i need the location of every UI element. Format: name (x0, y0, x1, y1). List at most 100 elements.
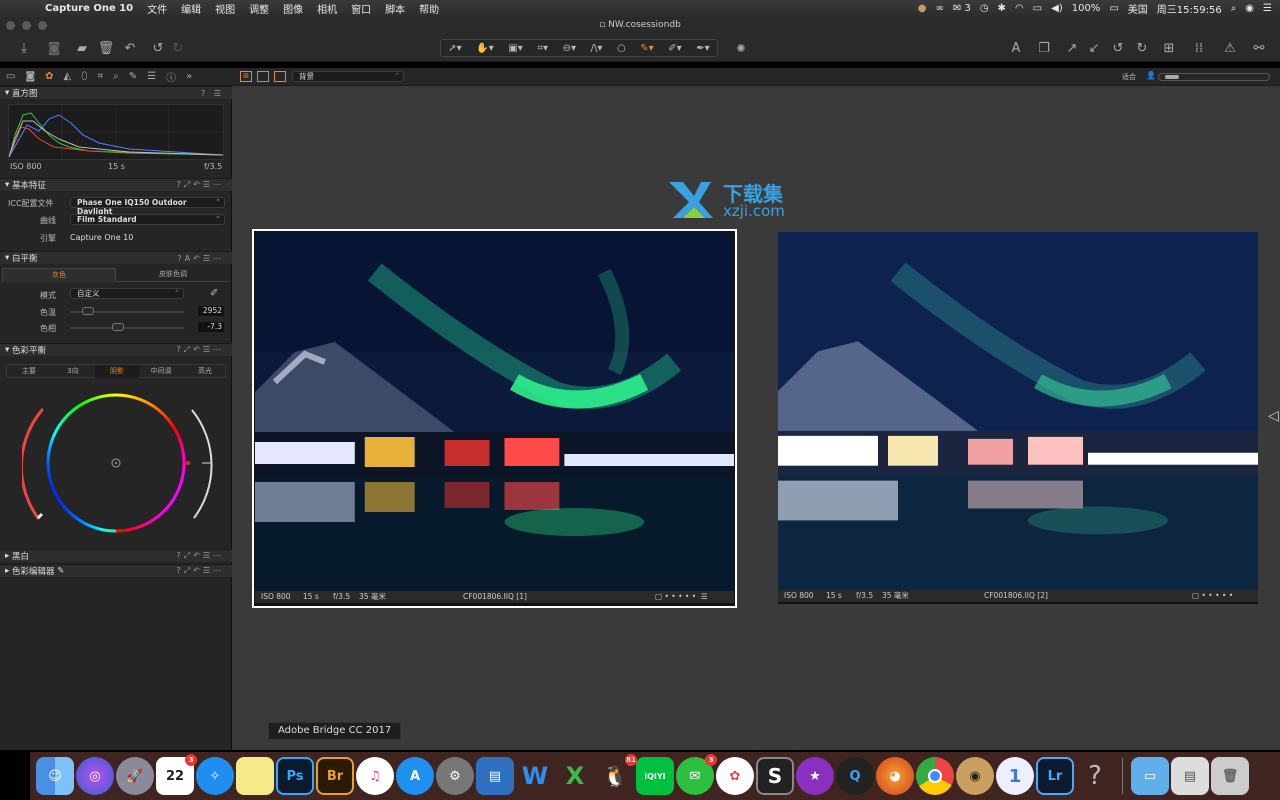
capture-tab-icon[interactable]: ◙ (25, 71, 35, 82)
photo-image-2[interactable] (778, 232, 1258, 590)
documents-stack-icon[interactable]: ▤ (1171, 757, 1209, 795)
menu-edit[interactable]: 编辑 (174, 1, 208, 16)
exposure-tab-icon[interactable]: ◭ (64, 71, 72, 82)
notes-icon[interactable] (236, 757, 274, 795)
copy-adjustments-icon[interactable]: ↗ (1062, 38, 1082, 58)
grid-icon[interactable]: ⊞ (1158, 38, 1180, 58)
menu-window[interactable]: 窗口 (344, 1, 378, 16)
metadata-tab-icon[interactable]: ☰ (147, 71, 156, 82)
wb-mode-select[interactable]: 自定义 (70, 288, 184, 299)
iqiyi-icon[interactable]: iQIYI (636, 757, 674, 795)
menu-view[interactable]: 视图 (208, 1, 242, 16)
exposure-warning-icon[interactable]: ⚠ (1220, 38, 1240, 58)
qq-icon[interactable]: 🐧 81 (596, 754, 637, 795)
zoom-window-icon[interactable] (38, 21, 47, 30)
basic-tool-icons[interactable]: ?⤢↶☰⋯ (176, 180, 232, 190)
siri-icon[interactable]: ◎ (76, 757, 114, 795)
histogram-header[interactable]: ▾ 直方图 ? ☰ (0, 86, 232, 99)
itunes-icon[interactable]: ♫ (356, 757, 394, 795)
photo-image-1[interactable] (255, 232, 734, 592)
lens-tab-icon[interactable]: ⬯ (81, 71, 87, 82)
sublime-icon[interactable]: S (756, 757, 794, 795)
trash-icon[interactable]: 🗑 (96, 38, 116, 58)
color-picker-cursor-icon[interactable]: ✐▾ (668, 43, 681, 54)
unknown-app-icon[interactable]: ? (1076, 757, 1114, 795)
imovie-icon[interactable]: ★ (796, 757, 834, 795)
tint-slider-thumb[interactable] (112, 323, 124, 331)
brush-cursor-icon[interactable]: ✎▾ (640, 43, 653, 54)
zoom-slider[interactable] (1158, 73, 1270, 81)
quicktime-icon[interactable]: Q (836, 757, 874, 795)
multi-view-icon[interactable]: ⊞ (240, 71, 252, 82)
bw-tool-icons[interactable]: ?⤢↶☰⋯ (176, 551, 232, 561)
applications-folder-icon[interactable]: ▭ (1131, 757, 1169, 795)
library-tab-icon[interactable]: ▭ (6, 71, 15, 82)
single-view-icon[interactable] (257, 71, 269, 82)
reset-icon[interactable]: ↶ (120, 38, 140, 58)
temp-slider-thumb[interactable] (82, 307, 94, 315)
copy-apply-cursor-icon[interactable]: ✒▾ (696, 43, 709, 54)
notification-center-icon[interactable]: ☰ (1263, 3, 1272, 14)
bridge-icon[interactable]: Br (316, 757, 354, 795)
tab-shadows[interactable]: 阴影 (95, 365, 139, 378)
black-white-header[interactable]: ▸ 黑白 ?⤢↶☰⋯ (0, 549, 232, 562)
menu-adjust[interactable]: 调整 (242, 1, 276, 16)
white-balance-tool-icons[interactable]: ?A↶☰⋯ (177, 254, 232, 263)
creative-cloud-icon[interactable]: ∞ (936, 3, 944, 14)
collapse-chevron-icon[interactable]: ▾ (5, 253, 12, 263)
close-window-icon[interactable] (6, 21, 15, 30)
collapse-chevron-icon[interactable]: ▾ (5, 180, 12, 190)
photoshop-icon[interactable]: Ps (276, 757, 314, 795)
wifi-icon[interactable]: ◠ (1015, 3, 1024, 14)
text-overlay-icon[interactable]: A (1006, 38, 1026, 58)
select-cursor-icon[interactable]: ➚▾ (448, 43, 461, 54)
bluetooth-icon[interactable]: ✱ (998, 3, 1006, 14)
zoom-slider-thumb[interactable] (1165, 75, 1179, 79)
volume-icon[interactable]: ◀) (1051, 3, 1063, 14)
white-balance-header[interactable]: ▾ 白平衡 ?A↶☰⋯ (0, 251, 232, 264)
proof-icon[interactable]: ⁞⁞ (1188, 38, 1210, 58)
finder-icon[interactable]: ☺ (36, 757, 74, 795)
expand-right-panel-icon[interactable]: ◁ (1268, 408, 1279, 424)
lightroom-icon[interactable]: Lr (1036, 757, 1074, 795)
excel-icon[interactable]: X (556, 757, 594, 795)
word-icon[interactable]: W (516, 757, 554, 795)
collapse-chevron-icon[interactable]: ▾ (5, 88, 12, 98)
icc-profile-select[interactable]: Phase One IQ150 Outdoor Daylight (70, 197, 225, 216)
keystone-cursor-icon[interactable]: /\▾ (591, 43, 603, 54)
calendar-icon[interactable]: 22 3 (156, 754, 197, 795)
wb-picker-icon[interactable]: ✐ (210, 288, 218, 299)
pan-cursor-icon[interactable]: ✋▾ (476, 43, 493, 54)
photos-icon[interactable]: ✿ (716, 757, 754, 795)
clock[interactable]: 周三15:59:56 (1157, 1, 1222, 16)
menu-script[interactable]: 脚本 (378, 1, 412, 16)
menu-camera[interactable]: 相机 (310, 1, 344, 16)
crop-cursor-icon[interactable]: ⌗▾ (537, 43, 548, 54)
spotlight-icon[interactable]: ⌕ (1231, 3, 1237, 14)
minimize-window-icon[interactable] (22, 21, 31, 30)
photo-frame-1[interactable]: ISO 800 15 s f/3.5 35 毫米 CF001806.IIQ [1… (252, 229, 737, 608)
chrome-icon[interactable] (916, 757, 954, 795)
battery-percent[interactable]: 100% (1072, 3, 1101, 14)
onepassword-icon[interactable]: 1 (996, 757, 1034, 795)
local-adjust-tab-icon[interactable]: ✎ (129, 71, 137, 82)
expand-chevron-icon[interactable]: ▸ (5, 566, 12, 576)
tab-3way[interactable]: 3向 (51, 365, 95, 378)
user-avatar-icon[interactable]: ◉ (1245, 3, 1254, 14)
time-machine-icon[interactable]: ◷ (980, 3, 989, 14)
move-to-folder-icon[interactable]: ▰ (72, 38, 92, 58)
tab-skin-tone[interactable]: 皮肤色调 (116, 268, 230, 282)
color-balance-tool-icons[interactable]: ?⤢↶☰⋯ (176, 345, 232, 355)
input-source[interactable]: 美国 (1128, 1, 1148, 16)
info-tab-icon[interactable]: ⓘ (166, 69, 176, 84)
menu-app-name[interactable]: Capture One 10 (38, 3, 140, 14)
color-tab-icon[interactable]: ✿ (45, 71, 53, 82)
undo-icon[interactable]: ↺ (148, 38, 168, 58)
filmstrip-view-icon[interactable] (274, 71, 286, 82)
tab-master[interactable]: 主要 (7, 365, 51, 378)
temp-value[interactable]: 2952 (198, 306, 224, 316)
tab-gray[interactable]: 灰色 (2, 268, 116, 282)
bug-icon[interactable]: ● (918, 3, 927, 14)
collapse-chevron-icon[interactable]: ▾ (5, 345, 12, 355)
wechat-icon[interactable]: ✉ 3 (676, 754, 717, 795)
